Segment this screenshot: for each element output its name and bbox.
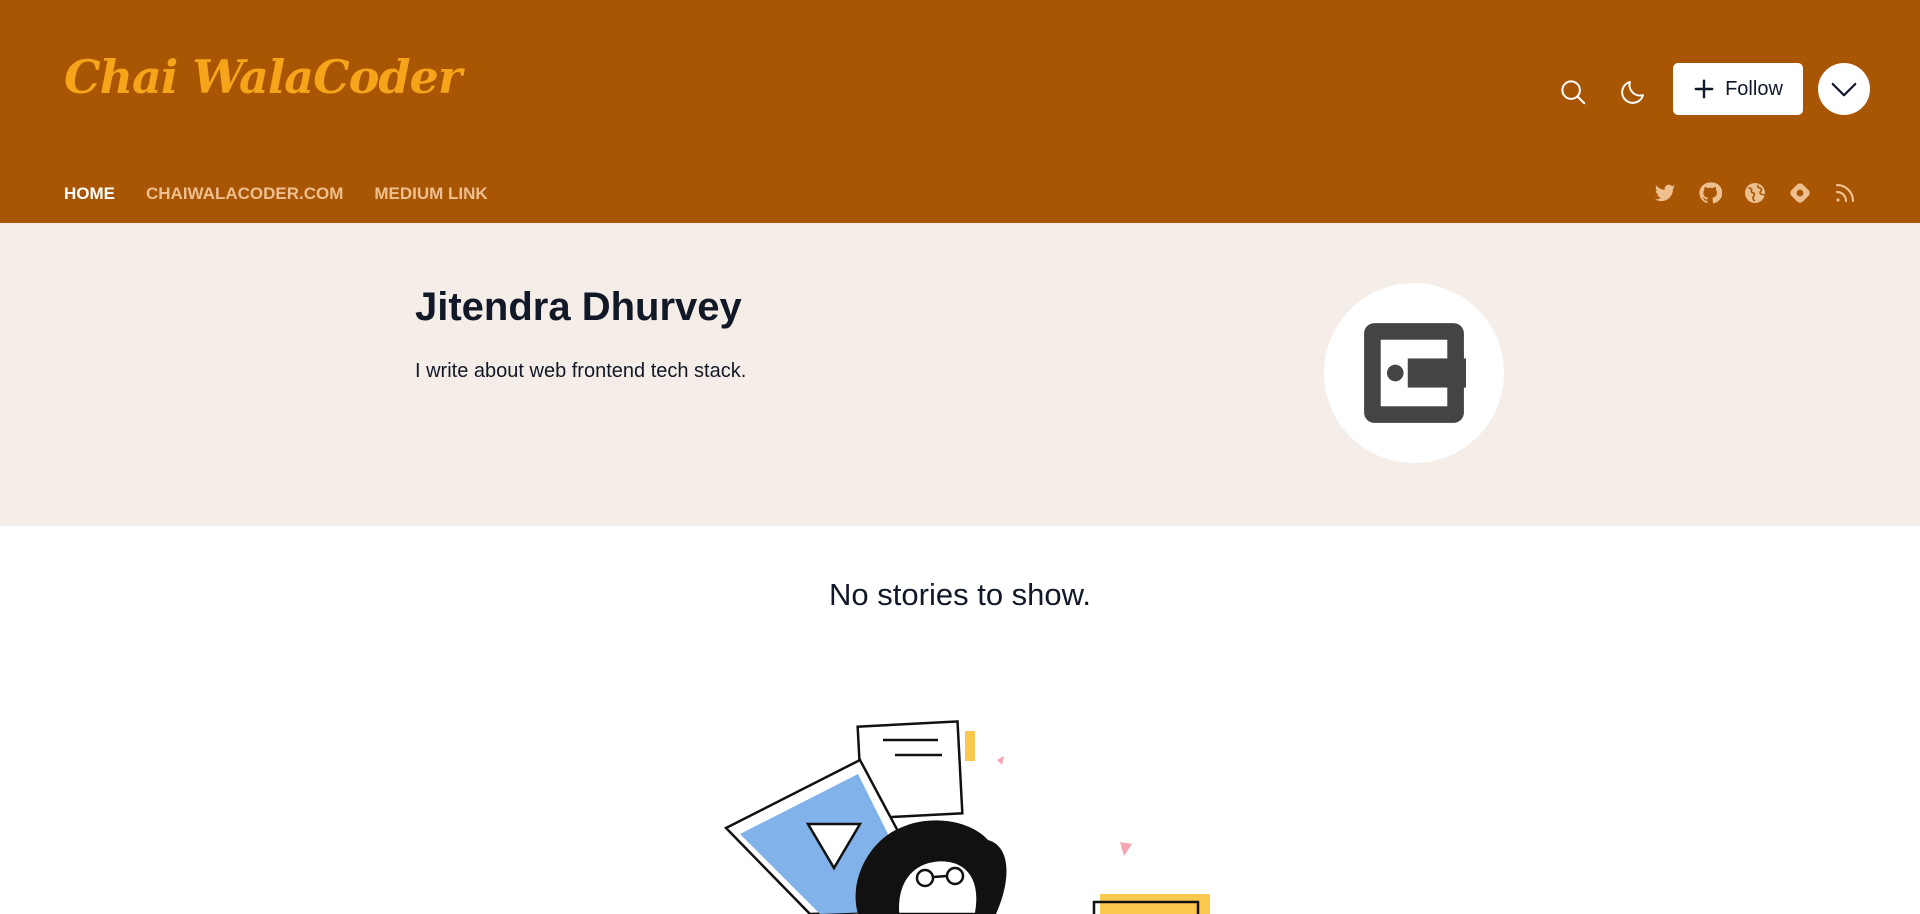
follow-label: Follow xyxy=(1725,77,1783,100)
nav-home[interactable]: HOME xyxy=(64,184,115,204)
author-profile: Jitendra Dhurvey I write about web front… xyxy=(0,223,1920,526)
hashnode-icon xyxy=(1790,183,1810,203)
github-link[interactable] xyxy=(1697,180,1723,206)
author-name: Jitendra Dhurvey xyxy=(415,285,742,329)
author-bio: I write about web frontend tech stack. xyxy=(415,360,747,382)
rss-icon xyxy=(1835,183,1855,203)
hashnode-link[interactable] xyxy=(1787,180,1813,206)
empty-state-illustration xyxy=(723,720,1210,914)
chevron-down-icon xyxy=(1831,82,1857,97)
empty-state-message: No stories to show. xyxy=(829,577,1091,612)
search-button[interactable] xyxy=(1551,70,1595,114)
twitter-icon xyxy=(1654,184,1676,202)
follow-button[interactable]: Follow xyxy=(1673,63,1803,115)
nav-chaiwalacoder[interactable]: CHAIWALACODER.COM xyxy=(146,184,343,204)
theme-toggle-button[interactable] xyxy=(1611,70,1655,114)
brand-logo-icon xyxy=(1364,323,1466,423)
blog-header: Chai WalaCoder Follow HOME CHAIWALACODER… xyxy=(0,0,1920,223)
blog-logo[interactable]: Chai WalaCoder xyxy=(64,50,462,104)
website-link[interactable] xyxy=(1742,180,1768,206)
rss-link[interactable] xyxy=(1832,180,1858,206)
blog-nav: HOME CHAIWALACODER.COM MEDIUM LINK xyxy=(64,184,488,204)
social-links xyxy=(1652,180,1858,206)
moon-icon xyxy=(1621,81,1644,104)
account-menu-button[interactable] xyxy=(1818,63,1870,115)
github-icon xyxy=(1699,182,1722,204)
search-icon xyxy=(1561,80,1586,105)
globe-icon xyxy=(1745,183,1765,203)
plus-icon xyxy=(1694,79,1714,99)
twitter-link[interactable] xyxy=(1652,180,1678,206)
avatar[interactable] xyxy=(1324,283,1504,463)
nav-medium-link[interactable]: MEDIUM LINK xyxy=(374,184,487,204)
